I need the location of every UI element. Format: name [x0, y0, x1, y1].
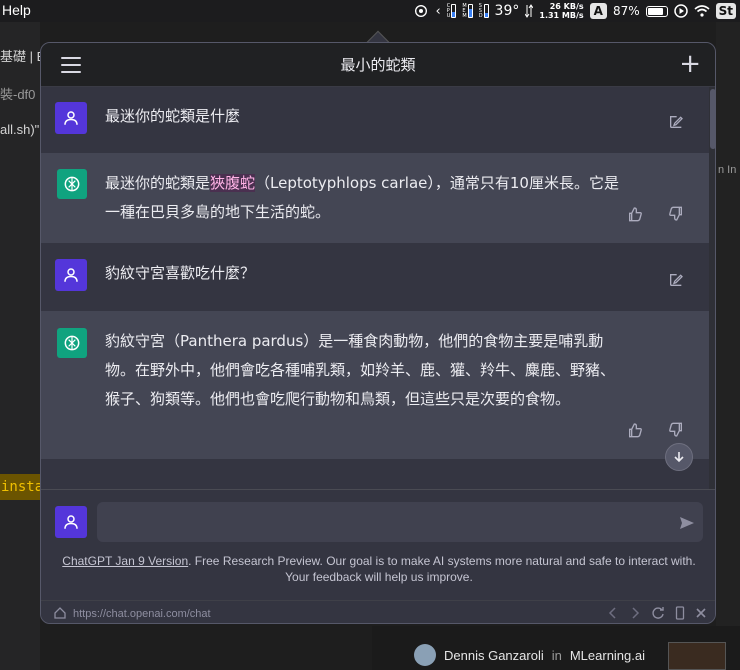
home-icon[interactable]: [53, 606, 67, 620]
menu-bar: Help ‹ CPU MEM SSD 39° 26 KB/s 1.31 MB/s…: [0, 0, 740, 22]
scrollbar-thumb[interactable]: [710, 89, 715, 149]
highlighted-term: 狹腹蛇: [210, 174, 256, 192]
assistant-message: 最迷你的蛇類是狹腹蛇（Leptotyphlops carlae），通常只有10厘…: [41, 153, 709, 243]
nav-controls: [607, 606, 707, 620]
author-avatar: [414, 644, 436, 666]
network-speed[interactable]: 26 KB/s 1.31 MB/s: [539, 2, 583, 20]
user-message: 最迷你的蛇類是什麼: [41, 87, 709, 153]
composer-area: ChatGPT Jan 9 Version. Free Research Pre…: [41, 489, 715, 623]
arrow-down-icon: [674, 452, 684, 463]
chatgpt-logo-icon: [57, 169, 87, 199]
thumbs-down-icon[interactable]: [667, 205, 685, 223]
menu-icon[interactable]: [61, 57, 81, 73]
input-source-indicator[interactable]: A: [589, 3, 607, 19]
author-in: in: [551, 647, 562, 663]
play-icon[interactable]: [673, 4, 688, 18]
background-text: 裝-df0: [0, 87, 36, 102]
popover-header: 最小的蛇類 +: [41, 43, 715, 87]
network-arrows-icon: [525, 4, 534, 18]
chatgpt-popover: 最小的蛇類 + 最迷你的蛇類是什麼 最迷你的蛇類是狹腹蛇（Leptotyphlo…: [40, 42, 716, 624]
reload-icon[interactable]: [651, 606, 665, 620]
thumbs-up-icon[interactable]: [626, 205, 644, 223]
background-editor-window: [0, 22, 40, 670]
background-text: 基礎 | E: [0, 49, 46, 64]
status-tray: ‹ CPU MEM SSD 39° 26 KB/s 1.31 MB/s A 87…: [413, 0, 740, 22]
mobile-view-icon[interactable]: [675, 606, 685, 620]
memory-meter[interactable]: MEM: [462, 3, 473, 19]
battery-percent: 87%: [612, 4, 640, 18]
temperature-readout[interactable]: 39°: [495, 3, 520, 19]
new-chat-plus-icon[interactable]: +: [679, 51, 701, 77]
background-text: n In: [718, 164, 737, 176]
user-avatar-icon: [55, 506, 87, 538]
article-thumbnail[interactable]: [668, 642, 726, 670]
article-author[interactable]: Dennis Ganzaroli in MLearning.ai: [414, 644, 645, 666]
user-avatar-icon: [55, 259, 87, 291]
thumbs-down-icon[interactable]: [667, 421, 685, 439]
forward-icon[interactable]: [629, 606, 641, 620]
scroll-down-button[interactable]: [665, 443, 693, 471]
user-message: 豹紋守宮喜歡吃什麼？: [41, 243, 709, 311]
message-input[interactable]: [97, 502, 703, 542]
net-up: 26 KB/s: [549, 2, 584, 11]
message-text: 最迷你的蛇類是狹腹蛇（Leptotyphlops carlae），通常只有10厘…: [105, 174, 619, 221]
thumbs-up-icon[interactable]: [626, 421, 644, 439]
conversation-title: 最小的蛇類: [340, 56, 416, 74]
chatgpt-tray-icon[interactable]: [413, 3, 429, 19]
close-icon[interactable]: [695, 606, 707, 620]
user-avatar-icon: [55, 102, 87, 134]
send-icon[interactable]: [679, 516, 695, 530]
version-link[interactable]: ChatGPT Jan 9 Version: [62, 554, 188, 568]
message-text: 最迷你的蛇類是什麼: [105, 107, 241, 125]
assistant-message: 豹紋守宮（Panthera pardus）是一種食肉動物，他們的食物主要是哺乳動…: [41, 311, 709, 459]
url-bar: https://chat.openai.com/chat: [41, 600, 715, 623]
battery-icon[interactable]: [645, 5, 668, 17]
net-down: 1.31 MB/s: [539, 11, 584, 20]
ssd-meter[interactable]: SSD: [479, 3, 489, 19]
author-name: Dennis Ganzaroli: [444, 647, 544, 663]
background-terminal-text: insta: [0, 474, 40, 500]
chatgpt-logo-icon: [57, 328, 87, 358]
wifi-icon[interactable]: [694, 5, 710, 17]
edit-icon[interactable]: [667, 271, 685, 289]
background-browser-window: [716, 22, 740, 670]
conversation-thread: 最迷你的蛇類是什麼 最迷你的蛇類是狹腹蛇（Leptotyphlops carla…: [41, 87, 709, 489]
background-text: all.sh)": [0, 122, 40, 137]
publication-name: MLearning.ai: [569, 647, 645, 663]
edit-icon[interactable]: [667, 113, 685, 131]
chevron-left-icon[interactable]: ‹: [435, 4, 440, 19]
back-icon[interactable]: [607, 606, 619, 620]
current-url[interactable]: https://chat.openai.com/chat: [73, 608, 211, 620]
help-menu[interactable]: Help: [2, 2, 31, 18]
disclaimer-text: ChatGPT Jan 9 Version. Free Research Pre…: [62, 554, 696, 584]
user-menu[interactable]: St: [715, 3, 736, 19]
message-text: 豹紋守宮喜歡吃什麼？: [105, 264, 256, 282]
cpu-meter[interactable]: CPU: [447, 3, 457, 19]
message-text: 豹紋守宮（Panthera pardus）是一種食肉動物，他們的食物主要是哺乳動…: [105, 332, 616, 408]
